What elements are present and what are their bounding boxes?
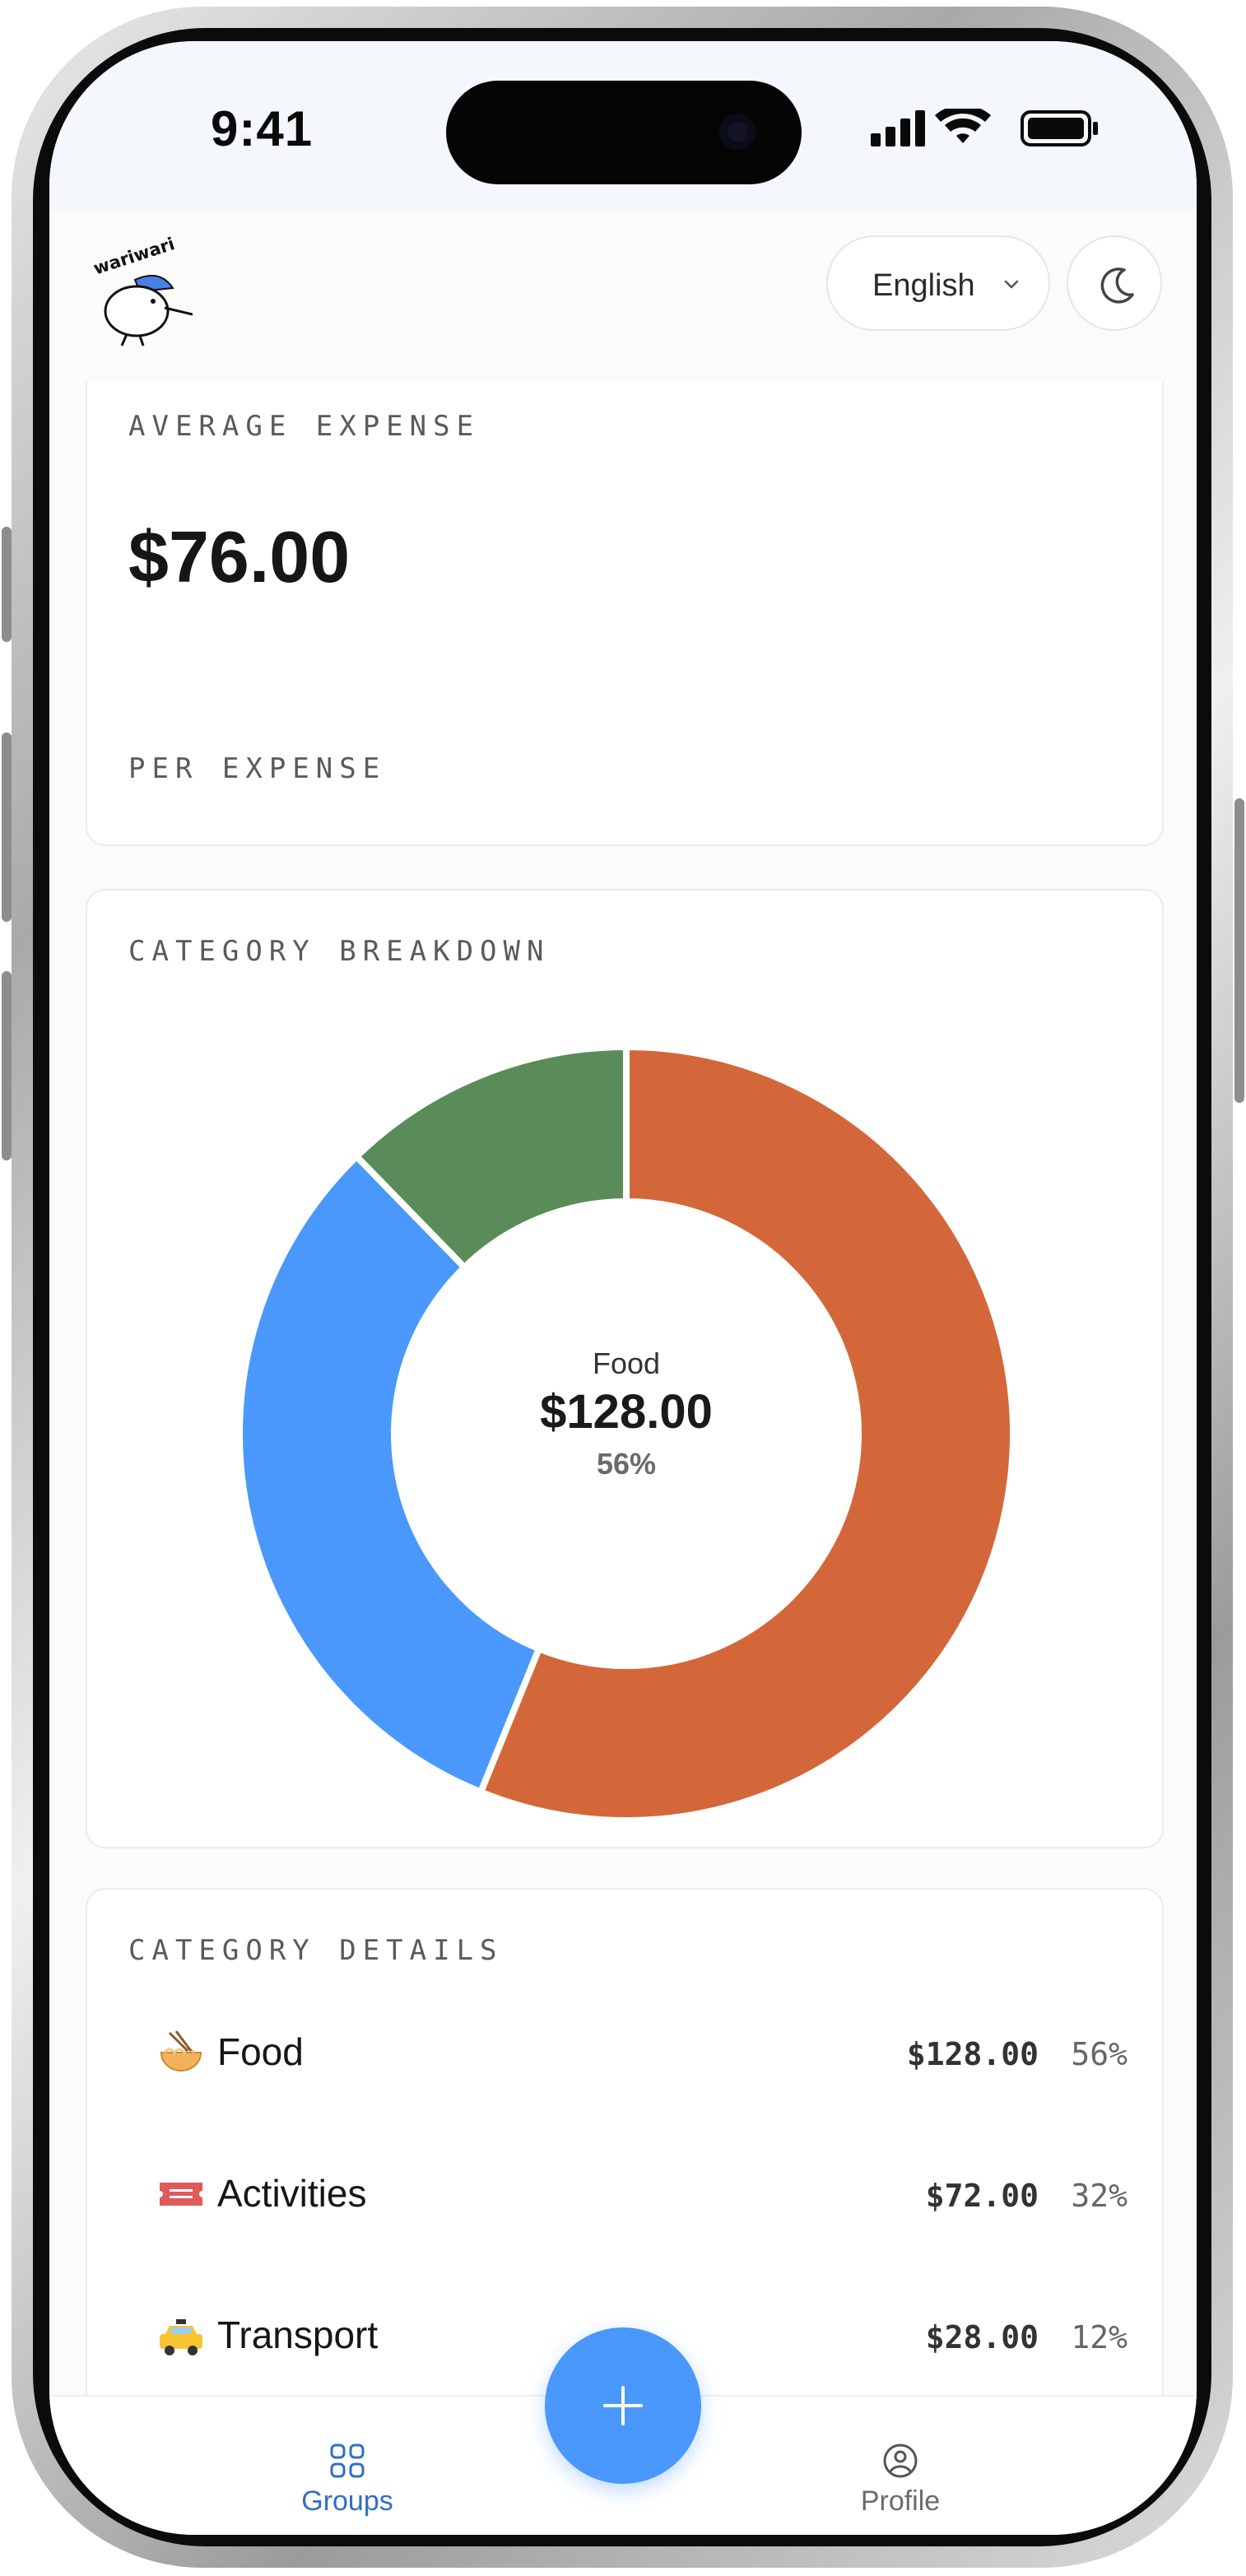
wifi-icon (935, 105, 991, 143)
cellular-signal-icon (871, 110, 925, 146)
plus-icon (603, 2386, 643, 2425)
status-icons (871, 105, 1118, 152)
average-expense-label: AVERAGE EXPENSE (128, 410, 481, 443)
category-breakdown-label: CATEGORY BREAKDOWN (128, 935, 551, 968)
phone-volume-up-button (2, 732, 12, 922)
category-row-food[interactable]: Food $128.00 56% (156, 2020, 1127, 2094)
language-label: English (872, 268, 975, 303)
status-bar: 9:41 (49, 41, 1197, 211)
dark-mode-toggle[interactable] (1067, 235, 1162, 331)
category-name: Activities (217, 2172, 367, 2215)
phone-screen: 9:41 wariwari English AVERAGE EXPENSE $7… (49, 41, 1197, 2535)
stats-content[interactable]: AVERAGE EXPENSE $76.00 PER EXPENSE CATEG… (49, 382, 1197, 2436)
wariwari-logo[interactable]: wariwari (86, 232, 193, 351)
per-expense-label: PER EXPENSE (128, 752, 387, 785)
category-amount: $128.00 (906, 2036, 1039, 2072)
moon-icon (1100, 267, 1134, 304)
app-header: wariwari English (49, 211, 1197, 382)
category-percent: 12% (1071, 2319, 1127, 2355)
chart-center-category: Food (592, 1346, 661, 1380)
user-circle-icon (883, 2443, 918, 2478)
front-camera (719, 114, 756, 150)
logo-wordmark: wariwari (91, 234, 178, 278)
nav-groups-label: Groups (301, 2485, 393, 2517)
chart-center-percent: 56% (596, 1447, 657, 1481)
category-name: Transport (217, 2313, 379, 2356)
average-expense-amount: $76.00 (128, 516, 351, 598)
nav-groups[interactable]: Groups (224, 2397, 471, 2535)
category-percent: 32% (1071, 2178, 1127, 2214)
phone-power-button (1234, 798, 1244, 1103)
grid-icon (330, 2443, 365, 2478)
category-details-label: CATEGORY DETAILS (128, 1934, 504, 1967)
add-expense-button[interactable] (545, 2327, 701, 2484)
category-breakdown-card: CATEGORY BREAKDOWN Food $128.00 56% (86, 889, 1164, 1848)
chevron-down-icon (1002, 275, 1021, 297)
ticket-icon (156, 2169, 206, 2219)
chart-center-amount: $128.00 (540, 1385, 713, 1439)
category-amount: $72.00 (925, 2178, 1039, 2214)
language-selector[interactable]: English (826, 235, 1050, 331)
phone-volume-down-button (2, 971, 12, 1160)
status-time: 9:41 (211, 101, 314, 156)
taxi-icon (156, 2311, 206, 2360)
category-name: Food (217, 2030, 304, 2073)
nav-profile[interactable]: Profile (777, 2397, 1024, 2535)
category-amount: $28.00 (925, 2319, 1039, 2355)
battery-icon (1021, 110, 1098, 146)
nav-profile-label: Profile (860, 2485, 941, 2517)
category-percent: 56% (1071, 2036, 1127, 2072)
average-expense-card: AVERAGE EXPENSE $76.00 PER EXPENSE (86, 382, 1164, 846)
category-row-activities[interactable]: Activities $72.00 32% (156, 2161, 1127, 2235)
dynamic-island (446, 81, 802, 184)
noodle-bowl-icon (156, 2028, 206, 2077)
phone-action-button (2, 527, 12, 642)
